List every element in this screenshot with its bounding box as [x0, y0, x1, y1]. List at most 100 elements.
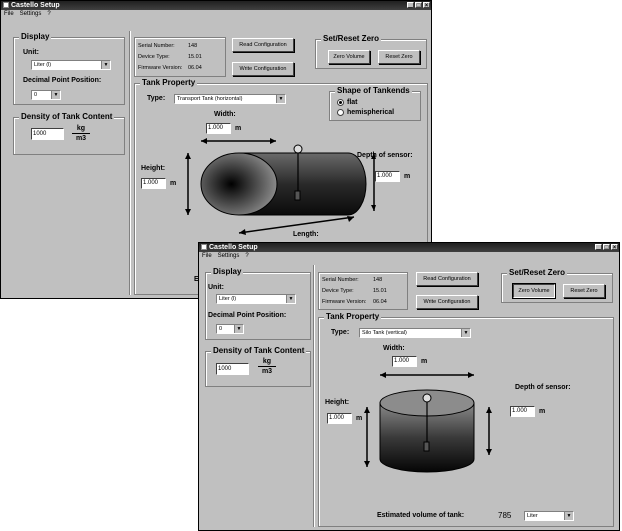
menu-help[interactable]: ? — [47, 10, 50, 18]
horizontal-tank-diagram — [185, 138, 376, 235]
vertical-separator — [129, 31, 131, 295]
radio-flat-label: flat — [347, 99, 358, 106]
radio-hemispherical-label: hemispherical — [347, 109, 395, 116]
height-label: Height: — [141, 165, 166, 172]
set-reset-zero-title: Set/Reset Zero — [321, 34, 382, 44]
width-input[interactable]: 1.000 — [392, 356, 417, 367]
depth-of-sensor-input[interactable]: 1.000 — [510, 406, 535, 417]
decimal-select[interactable]: 0 ▼ — [31, 90, 61, 100]
radio-unselected-icon — [337, 108, 344, 116]
radio-flat[interactable]: flat — [337, 98, 358, 107]
estimated-volume-value: 785 — [498, 511, 512, 520]
tank-type-label: Type: — [331, 329, 350, 336]
serial-value: 148 — [188, 43, 198, 49]
density-group-title: Density of Tank Content — [211, 346, 307, 356]
window-castello-setup-silo: Castello Setup _ □ × File Settings ? Dis… — [198, 242, 620, 531]
menu-settings[interactable]: Settings — [218, 252, 240, 260]
radio-hemispherical[interactable]: hemispherical — [337, 108, 394, 117]
set-reset-zero-title: Set/Reset Zero — [507, 268, 568, 278]
radio-selected-icon — [337, 98, 344, 106]
sensor-gauge-icon — [422, 393, 432, 403]
title-bar[interactable]: Castello Setup _ □ × — [199, 243, 619, 252]
decimal-select-value: 0 — [34, 92, 38, 98]
shape-of-tankends-title: Shape of Tankends — [335, 86, 412, 96]
write-configuration-button[interactable]: Write Configuration — [416, 295, 478, 309]
chevron-down-icon[interactable]: ▼ — [51, 91, 60, 99]
decimal-label: Decimal Point Position: — [23, 77, 102, 84]
device-type-label: Device Type: — [322, 288, 354, 294]
read-configuration-button[interactable]: Read Configuration — [416, 272, 478, 286]
chevron-down-icon[interactable]: ▼ — [564, 512, 573, 520]
serial-value: 148 — [373, 277, 383, 283]
firmware-value: 06.04 — [373, 299, 387, 305]
width-label: Width: — [214, 111, 236, 118]
tank-type-select-value: Transport Tank (horizontal) — [177, 96, 243, 102]
tank-type-select-value: Silo Tank (vertical) — [362, 330, 407, 336]
menu-file[interactable]: File — [202, 252, 212, 260]
decimal-select-value: 0 — [219, 326, 223, 332]
serial-label: Serial Number: — [322, 277, 359, 283]
height-input[interactable]: 1.000 — [141, 178, 166, 189]
zero-volume-button[interactable]: Zero Volume — [328, 50, 370, 64]
window-title: Castello Setup — [11, 2, 60, 9]
density-group-title: Density of Tank Content — [19, 112, 115, 122]
density-group: Density of Tank Content — [13, 112, 125, 155]
close-button[interactable]: × — [423, 2, 430, 9]
read-configuration-button[interactable]: Read Configuration — [232, 38, 294, 52]
chevron-down-icon[interactable]: ▼ — [101, 61, 110, 69]
silo-tank-diagram — [364, 372, 492, 473]
menu-bar: File Settings ? — [199, 252, 619, 260]
decimal-select[interactable]: 0 ▼ — [216, 324, 244, 334]
tank-type-label: Type: — [147, 95, 166, 102]
width-unit: m — [421, 358, 428, 365]
tank-property-title: Tank Property — [140, 78, 198, 88]
menu-settings[interactable]: Settings — [20, 10, 42, 18]
chevron-down-icon[interactable]: ▼ — [286, 295, 295, 303]
title-bar[interactable]: Castello Setup _ □ × — [1, 1, 431, 10]
density-unit-bottom: m3 — [261, 368, 273, 375]
volume-unit-select[interactable]: Liter ▼ — [524, 511, 574, 521]
close-button[interactable]: × — [611, 244, 618, 251]
sensor-probe — [423, 441, 430, 452]
maximize-button[interactable]: □ — [415, 2, 422, 9]
unit-select[interactable]: Liter (l) ▼ — [216, 294, 296, 304]
zero-volume-button[interactable]: Zero Volume — [513, 284, 555, 298]
density-input[interactable]: 1000 — [31, 128, 64, 140]
sensor-probe — [294, 190, 301, 201]
tank-type-select[interactable]: Silo Tank (vertical) ▼ — [359, 328, 471, 338]
firmware-label: Firmware Version: — [322, 299, 367, 305]
device-type-label: Device Type: — [138, 54, 170, 60]
decimal-label: Decimal Point Position: — [208, 312, 287, 319]
vertical-separator — [313, 265, 315, 527]
reset-zero-button[interactable]: Reset Zero — [563, 284, 605, 298]
chevron-down-icon[interactable]: ▼ — [461, 329, 470, 337]
minimize-button[interactable]: _ — [595, 244, 602, 251]
density-unit: kg m3 — [71, 124, 91, 143]
menu-file[interactable]: File — [4, 10, 14, 18]
display-group-title: Display — [211, 267, 244, 277]
menu-bar: File Settings ? — [1, 10, 431, 18]
minimize-button[interactable]: _ — [407, 2, 414, 9]
display-group-title: Display — [19, 32, 52, 42]
tank-type-select[interactable]: Transport Tank (horizontal) ▼ — [174, 94, 286, 104]
menu-help[interactable]: ? — [245, 252, 248, 260]
unit-label: Unit: — [208, 284, 224, 291]
window-title: Castello Setup — [209, 244, 258, 251]
chevron-down-icon[interactable]: ▼ — [276, 95, 285, 103]
firmware-value: 06.04 — [188, 65, 202, 71]
chevron-down-icon[interactable]: ▼ — [234, 325, 243, 333]
device-type-value: 15.01 — [373, 288, 387, 294]
density-unit-top: kg — [76, 125, 86, 132]
unit-select-value: Liter (l) — [34, 62, 52, 68]
reset-zero-button[interactable]: Reset Zero — [378, 50, 420, 64]
density-input[interactable]: 1000 — [216, 363, 249, 375]
unit-label: Unit: — [23, 49, 39, 56]
height-label: Height: — [325, 399, 350, 406]
width-unit: m — [235, 125, 242, 132]
write-configuration-button[interactable]: Write Configuration — [232, 62, 294, 76]
depth-of-sensor-input[interactable]: 1.000 — [375, 171, 400, 182]
maximize-button[interactable]: □ — [603, 244, 610, 251]
unit-select[interactable]: Liter (l) ▼ — [31, 60, 111, 70]
tank-end — [200, 152, 278, 216]
height-input[interactable]: 1.000 — [327, 413, 352, 424]
